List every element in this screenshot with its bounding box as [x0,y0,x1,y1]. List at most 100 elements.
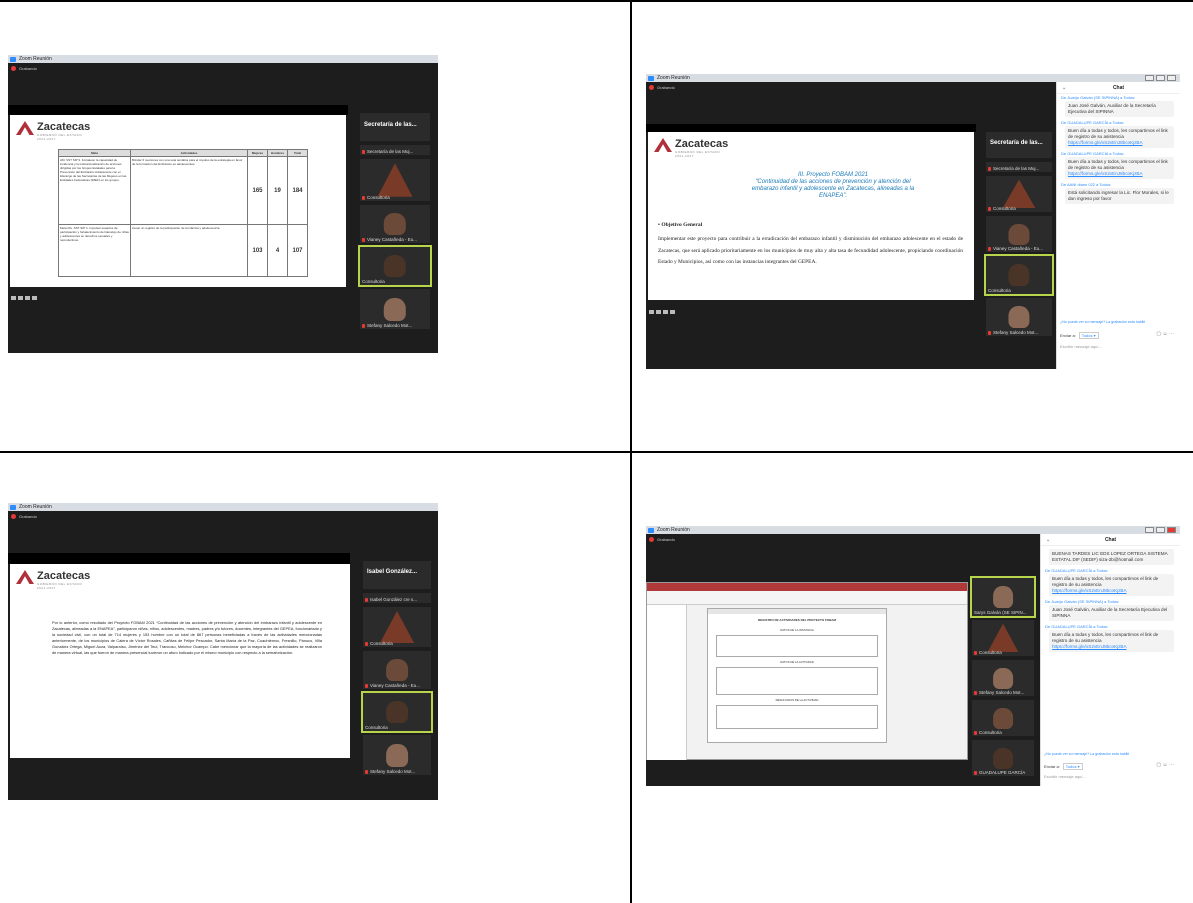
close-icon[interactable] [1167,527,1176,533]
pyramid-image [1002,179,1036,209]
window-titlebar: Zoom Reunión [646,526,1180,534]
recording-notice[interactable]: ¿No puede ver su mensaje? La grabación e… [1044,752,1129,756]
send-to-row: Enviar a: Todos ▾ [1044,763,1083,770]
participant-tile[interactable]: GUADALUPE GARCÍA [972,740,1034,776]
participant-tile[interactable]: Vianey Castañeda - Eu... [986,216,1052,252]
cell-mujeres: 103 [247,224,268,277]
window-titlebar: Zoom Reunión [8,55,438,63]
participants-strip: Sarys Galván (SE SIPIN... Consultoria St… [970,576,1036,776]
cell-hombres: 4 [267,224,288,277]
recording-indicator: Grabando [649,537,675,542]
participant-name: Secretaría de las Muj... [993,166,1040,171]
slide-title-line: III. Proyecto FOBAM 2021 [797,172,869,178]
file-icon[interactable]: ▢ ☺ ⋯ [1156,762,1174,768]
screenshot-3: Zoom Reunión Grabando Zacatecas GOBIERNO … [8,503,438,800]
participant-name: Consultoria [365,725,388,730]
screen-icon[interactable] [25,296,30,300]
chat-link[interactable]: https://forms.gle/xS2vEnJ8bcoKjzBA [1052,588,1127,593]
zoom-icon [648,527,654,533]
participant-tile[interactable]: Consultoria [986,176,1052,212]
participant-tile[interactable]: Consultoria [972,620,1034,656]
participant-tile-active[interactable]: Consultoria [358,245,432,287]
send-to-label: Enviar a: [1044,764,1060,769]
form-field[interactable] [716,705,878,729]
table-row: Meta DG. SST SIP 4. Impulsar espacios de… [58,224,308,277]
window-title: Zoom Reunión [19,504,52,510]
app-toolbar [647,591,967,605]
chat-input[interactable]: Escribir mensaje aquí... [1044,774,1086,779]
chevron-down-icon[interactable]: ⌄ [1046,537,1050,543]
form-title: REGISTRO DE ACTIVIDADES DEL PROYECTO FOB… [758,618,836,622]
recording-notice[interactable]: ¿No puede ver su mensaje? La grabación e… [1060,320,1145,324]
pyramid-image [987,623,1019,653]
chat-panel: ⌄ Chat BUENAS TARDES LIC EDS LOPEZ ORTEGA… [1040,534,1180,786]
participant-tile[interactable]: Consultoria [363,607,431,647]
participant-tile-active[interactable]: Sarys Galván (SE SIPIN... [970,576,1036,618]
pen-icon[interactable] [18,296,23,300]
arrow-icon[interactable] [11,296,16,300]
chat-message: Buen día a todas y todos, les compartimo… [1049,574,1174,596]
shared-slide: Zacatecas GOBIERNO DEL ESTADO 2021-2027 Po… [10,564,350,758]
form-field[interactable] [716,635,878,657]
participant-tile[interactable]: Stefany Salcedo Mot... [972,660,1034,696]
chat-input[interactable]: Escribir mensaje aquí... [1060,344,1102,349]
participant-tile[interactable]: Stefany Salcedo Mot... [360,289,430,329]
chat-sender: De GUADALUPE GARCÍA a Todos: [1045,568,1109,573]
close-icon[interactable] [1167,75,1176,81]
participant-tile[interactable]: Stefany Salcedo Mot... [363,735,431,775]
participant-video [386,659,408,682]
participant-tile[interactable]: Consultoria [360,159,430,201]
minimize-icon[interactable] [1145,527,1154,533]
annotation-toolbar[interactable] [11,296,37,300]
participant-tile[interactable]: Consultoria [972,700,1034,736]
chat-link[interactable]: https://forms.gle/xS2vEnJ8bcoKjzBA [1052,644,1127,649]
participant-tile[interactable]: Isabel González cre s... [363,593,431,603]
participant-name: Stefany Salcedo Mot... [979,690,1025,695]
window-title: Zoom Reunión [657,75,690,81]
slide-title-line: “Continuidad de las acciones de prevenci… [755,179,911,185]
participant-tile[interactable]: Secretaría de las Muj... [360,145,430,155]
send-to-dropdown[interactable]: Todos ▾ [1062,763,1083,770]
share-black-band [8,553,350,564]
participant-big-name: Isabel González... [367,569,418,575]
chat-link[interactable]: https://forms.gle/xS2vEnJ8bcoKjzBA [1068,171,1143,176]
participant-video [1008,264,1030,287]
screen-icon[interactable] [663,310,668,314]
form-section: DATOS DE LA ACTIVIDAD [780,660,814,664]
chat-link[interactable]: https://forms.gle/xS2vEnJ8bcoKjzBA [1068,140,1143,145]
participant-tile[interactable]: Secretaría de las Muj... [986,162,1052,172]
col-mujeres: Mujeres [247,149,268,157]
logo-sub2: 2021-2027 [37,586,56,590]
participant-tile-active[interactable]: Consultoria [984,254,1054,296]
participant-tile[interactable]: Vianey Castañeda - Eu... [363,651,431,689]
pen-icon[interactable] [656,310,661,314]
mic-muted-icon [365,683,368,688]
form-field[interactable] [716,667,878,695]
participant-tile[interactable]: Vianey Castañeda - Eu... [360,205,430,243]
slide-bullet: • Objetivo General [658,222,703,228]
maximize-icon[interactable] [1156,75,1165,81]
minimize-icon[interactable] [1145,75,1154,81]
participant-tile[interactable]: Isabel González... [363,561,431,589]
chat-message: Juan José Galván, Auxiliar de la Secreta… [1049,605,1174,621]
window-controls[interactable] [1145,527,1176,533]
participant-name: Sarys Galván (SE SIPIN... [974,610,1027,615]
maximize-icon[interactable] [1156,527,1165,533]
forward-icon[interactable] [32,296,37,300]
file-icon[interactable]: ▢ ☺ ⋯ [1156,331,1174,337]
participant-tile[interactable]: Secretaría de las... [360,113,430,141]
mic-muted-icon [365,641,368,646]
chat-message: BUENAS TARDES LIC EDS LOPEZ ORTEGA SISTE… [1049,549,1174,565]
window-controls[interactable] [1145,75,1176,81]
chevron-down-icon[interactable]: ⌄ [1062,85,1066,91]
window-titlebar: Zoom Reunión [646,74,1180,82]
participant-name: Vianey Castañeda - Eu... [993,246,1043,251]
participant-tile-active[interactable]: Consultoria [361,691,433,733]
participant-tile[interactable]: Secretaría de las... [986,132,1052,158]
annotation-toolbar[interactable] [649,310,675,314]
participant-name: Consultoria [979,730,1002,735]
send-to-dropdown[interactable]: Todos ▾ [1078,332,1099,339]
participant-tile[interactable]: Stefany Salcedo Mot... [986,298,1052,336]
arrow-icon[interactable] [649,310,654,314]
forward-icon[interactable] [670,310,675,314]
